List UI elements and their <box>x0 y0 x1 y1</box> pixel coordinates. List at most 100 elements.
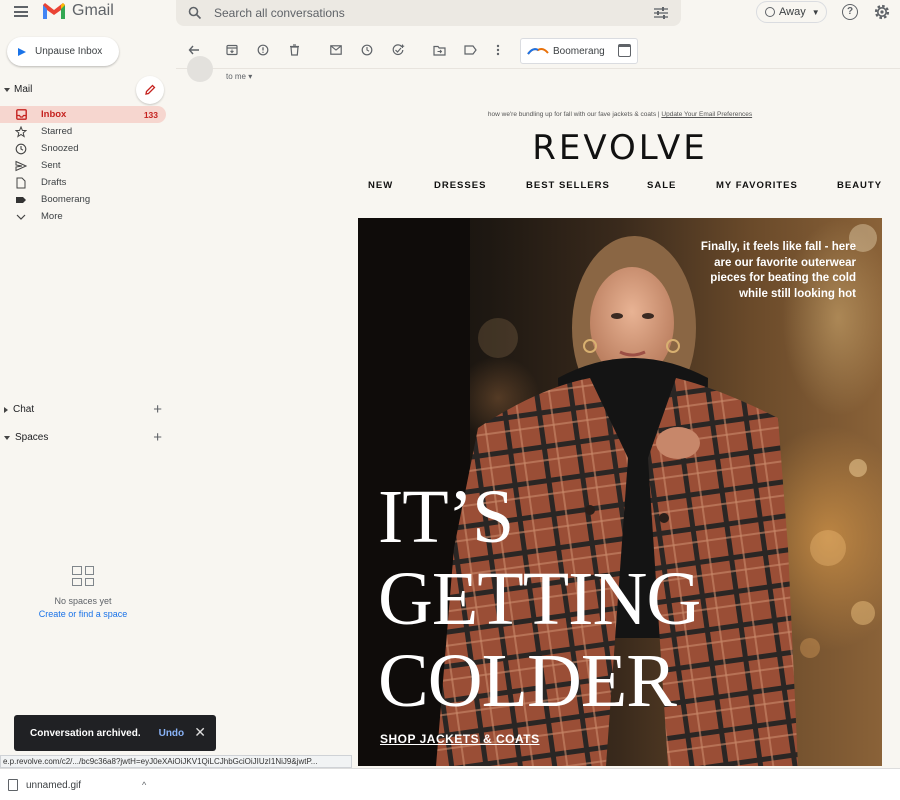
download-filename: unnamed.gif <box>26 779 82 791</box>
create-space-link[interactable]: Create or find a space <box>0 609 166 619</box>
snackbar-message: Conversation archived. <box>30 727 141 739</box>
caret-down-icon <box>4 87 10 92</box>
sender-avatar[interactable] <box>187 56 213 82</box>
sidebar-item-label: Starred <box>41 126 73 137</box>
sidebar-item-boomerang[interactable]: Boomerang <box>0 191 166 208</box>
hero-headline-line-2: GETTING <box>378 557 701 641</box>
unpause-inbox-button[interactable]: Unpause Inbox <box>7 37 119 66</box>
label-icon <box>15 194 27 206</box>
mark-unread-icon[interactable] <box>328 42 344 58</box>
boomerang-button[interactable]: Boomerang <box>520 38 638 64</box>
spaces-section-toggle[interactable]: Spaces + <box>4 430 164 445</box>
download-bar: unnamed.gif ^ <box>0 768 900 800</box>
gear-icon[interactable] <box>873 3 891 21</box>
spaces-empty-text: No spaces yet <box>54 596 112 606</box>
link-status-url: e.p.revolve.com/c2/.../bc9c36a8?jwtH=eyJ… <box>0 755 352 768</box>
chat-section-toggle[interactable]: Chat + <box>4 402 164 417</box>
sidebar-item-more[interactable]: More <box>0 208 166 225</box>
play-icon <box>18 47 26 56</box>
spaces-section-label: Spaces <box>15 432 49 443</box>
hero-copy: Finally, it feels like fall - here are o… <box>700 241 856 300</box>
new-chat-plus-icon[interactable]: + <box>153 402 162 417</box>
undo-button[interactable]: Undo <box>159 728 185 739</box>
sidebar-item-inbox[interactable]: Inbox 133 <box>0 106 166 123</box>
sidebar-item-label: Drafts <box>41 177 67 188</box>
sidebar-item-label: Inbox <box>41 109 67 120</box>
mail-section-toggle[interactable]: Mail <box>4 84 32 95</box>
email-nav-new[interactable]: NEW <box>368 180 393 191</box>
sidebar-item-drafts[interactable]: Drafts <box>0 174 166 191</box>
brand-logo[interactable]: REVOLVE <box>414 128 826 168</box>
email-nav-my-favorites[interactable]: MY FAVORITES <box>716 180 798 191</box>
toolbar-divider <box>176 68 900 69</box>
delete-icon[interactable] <box>286 42 302 58</box>
shop-jackets-link[interactable]: SHOP JACKETS & COATS <box>380 732 540 746</box>
file-icon <box>8 779 18 791</box>
sidebar-item-snoozed[interactable]: Snoozed <box>0 140 166 157</box>
compose-button[interactable] <box>136 76 164 104</box>
search-icon[interactable] <box>188 6 202 20</box>
help-icon[interactable]: ? <box>842 4 858 20</box>
email-preheader: how we're bundling up for fall with our … <box>358 111 882 118</box>
search-input[interactable]: Search all conversations <box>214 6 653 20</box>
file-icon <box>15 177 27 189</box>
email-nav-best-sellers[interactable]: BEST SELLERS <box>526 180 610 191</box>
chat-section-label: Chat <box>13 404 35 415</box>
snooze-icon[interactable] <box>359 42 375 58</box>
add-task-icon[interactable] <box>390 42 406 58</box>
download-item[interactable]: unnamed.gif ^ <box>0 769 160 800</box>
recipient-label: to me <box>226 72 247 81</box>
caret-down-icon: ▼ <box>811 7 820 17</box>
status-indicator-icon <box>765 7 775 17</box>
sidebar-item-sent[interactable]: Sent <box>0 157 166 174</box>
unread-count-badge: 133 <box>143 109 158 120</box>
hero-headline-line-3: COLDER <box>378 639 677 723</box>
new-space-plus-icon[interactable]: + <box>153 430 162 445</box>
report-spam-icon[interactable] <box>255 42 271 58</box>
gmail-m-icon <box>43 3 65 19</box>
app-name: Gmail <box>72 2 114 19</box>
search-options-icon[interactable] <box>653 6 669 20</box>
move-to-icon[interactable] <box>431 42 447 58</box>
caret-down-icon <box>4 435 10 440</box>
sidebar-item-label: More <box>41 211 63 222</box>
update-preferences-link[interactable]: Update Your Email Preferences <box>661 111 752 118</box>
snackbar: Conversation archived. Undo ✕ <box>14 715 216 751</box>
search-bar[interactable]: Search all conversations <box>176 0 681 26</box>
sidebar-item-starred[interactable]: Starred <box>0 123 166 140</box>
sidebar-item-label: Boomerang <box>41 194 91 205</box>
calendar-icon[interactable] <box>618 44 631 57</box>
message-toolbar: Boomerang <box>176 36 900 66</box>
status-label: Away <box>779 6 806 18</box>
hero-banner[interactable]: Finally, it feels like fall - here are o… <box>358 218 882 766</box>
email-nav-sale[interactable]: SALE <box>647 180 676 191</box>
unpause-label: Unpause Inbox <box>35 46 103 57</box>
email-nav-beauty[interactable]: BEAUTY <box>837 180 882 191</box>
clock-icon <box>15 143 27 155</box>
label-as-icon[interactable] <box>462 42 478 58</box>
boomerang-label: Boomerang <box>553 45 605 57</box>
chevron-up-icon[interactable]: ^ <box>142 780 146 790</box>
star-icon <box>15 125 27 138</box>
preheader-text: how we're bundling up for fall with our … <box>487 111 660 118</box>
inbox-icon <box>15 109 27 121</box>
more-options-icon[interactable] <box>490 42 506 58</box>
gmail-logo[interactable]: Gmail <box>42 2 114 20</box>
spaces-empty-state: No spaces yet Create or find a space <box>0 566 166 619</box>
hero-headline-line-1: IT’S <box>378 475 514 559</box>
send-icon <box>15 160 27 172</box>
boomerang-icon <box>527 48 549 55</box>
sidebar-item-label: Sent <box>41 160 61 171</box>
recipient-details-toggle[interactable]: to me ▾ <box>226 72 252 81</box>
mail-section-label: Mail <box>14 84 33 95</box>
top-bar: Gmail Search all conversations Away ▼ ? <box>0 0 900 26</box>
status-selector[interactable]: Away ▼ <box>756 1 827 23</box>
pencil-icon <box>145 84 156 95</box>
main-menu-icon[interactable] <box>14 6 28 17</box>
archive-icon[interactable] <box>224 42 240 58</box>
email-nav: NEW DRESSES BEST SELLERS SALE MY FAVORIT… <box>358 180 898 192</box>
close-icon[interactable]: ✕ <box>194 725 206 739</box>
caret-right-icon <box>4 406 8 413</box>
email-nav-dresses[interactable]: DRESSES <box>434 180 486 191</box>
spaces-grid-icon <box>72 566 94 586</box>
